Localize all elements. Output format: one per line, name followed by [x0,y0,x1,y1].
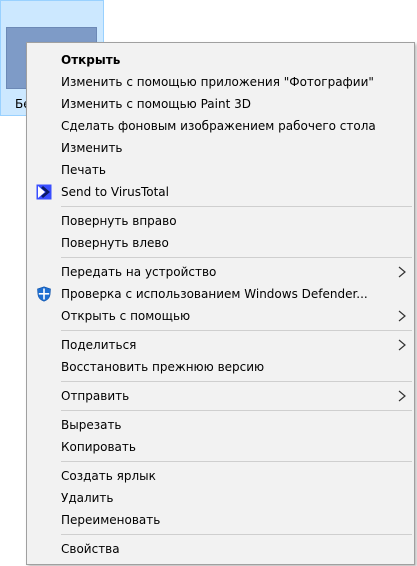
menu-separator [61,330,412,331]
menu-item-label: Проверка с использованием Windows Defend… [61,287,368,301]
menu-separator [61,461,412,462]
windows-defender-icon [37,286,51,302]
chevron-right-icon [398,266,406,278]
menu-item-properties[interactable]: Свойства [27,538,414,560]
chevron-right-icon [398,310,406,322]
context-menu: Открыть Изменить с помощью приложения "Ф… [26,42,415,565]
menu-item-edit-with-paint3d[interactable]: Изменить с помощью Paint 3D [27,93,414,115]
menu-separator [61,410,412,411]
menu-item-edit[interactable]: Изменить [27,137,414,159]
menu-separator [61,206,412,207]
menu-item-set-as-wallpaper[interactable]: Сделать фоновым изображением рабочего ст… [27,115,414,137]
menu-item-rotate-right[interactable]: Повернуть вправо [27,210,414,232]
menu-item-copy[interactable]: Копировать [27,436,414,458]
chevron-right-icon [398,339,406,351]
menu-item-edit-with-photos[interactable]: Изменить с помощью приложения "Фотографи… [27,71,414,93]
menu-item-label: Отправить [61,389,130,403]
menu-item-label: Открыть с помощью [61,309,191,323]
menu-item-label: Передать на устройство [61,265,217,279]
menu-item-delete[interactable]: Удалить [27,487,414,509]
menu-item-create-shortcut[interactable]: Создать ярлык [27,465,414,487]
menu-item-send-to-virustotal[interactable]: Send to VirusTotal [27,181,414,203]
menu-separator [61,534,412,535]
menu-item-open[interactable]: Открыть [27,49,414,71]
menu-item-send-to[interactable]: Отправить [27,385,414,407]
menu-item-rename[interactable]: Переименовать [27,509,414,531]
menu-item-share[interactable]: Поделиться [27,334,414,356]
menu-item-label: Send to VirusTotal [61,185,169,199]
menu-separator [61,257,412,258]
virustotal-icon [36,184,52,200]
menu-item-restore-previous-version[interactable]: Восстановить прежнюю версию [27,356,414,378]
menu-item-scan-with-defender[interactable]: Проверка с использованием Windows Defend… [27,283,414,305]
menu-item-cast-to-device[interactable]: Передать на устройство [27,261,414,283]
menu-separator [61,381,412,382]
menu-item-open-with[interactable]: Открыть с помощью [27,305,414,327]
menu-item-cut[interactable]: Вырезать [27,414,414,436]
menu-item-label: Поделиться [61,338,137,352]
menu-item-print[interactable]: Печать [27,159,414,181]
chevron-right-icon [398,390,406,402]
menu-item-rotate-left[interactable]: Повернуть влево [27,232,414,254]
